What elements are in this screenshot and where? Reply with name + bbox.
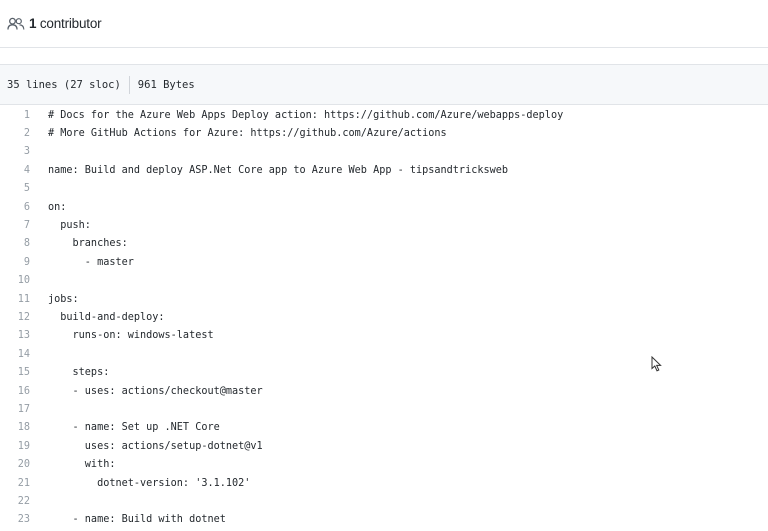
line-code: push: [48,220,91,232]
line-number[interactable]: 22 [0,496,30,507]
contributors-bar: 1 contributor [0,0,768,48]
line-number[interactable]: 18 [0,422,30,433]
line-code: jobs: [48,293,79,305]
line-number[interactable]: 23 [0,514,30,525]
line-code: steps: [48,367,110,379]
line-number[interactable]: 1 [0,110,30,121]
line-code: runs-on: windows-latest [48,330,214,342]
code-line: 19 uses: actions/setup-dotnet@v1 [0,437,768,455]
contributor-label: contributor [39,16,102,31]
line-number[interactable]: 8 [0,238,30,249]
line-number[interactable]: 9 [0,257,30,268]
line-code: name: Build and deploy ASP.Net Core app … [48,164,509,176]
code-line: 13 runs-on: windows-latest [0,327,768,345]
mouse-pointer-icon [651,356,662,372]
line-number[interactable]: 4 [0,165,30,176]
line-number[interactable]: 3 [0,146,30,157]
line-code: - master [48,256,134,268]
code-line: 11 jobs: [0,290,768,308]
line-code: - name: Set up .NET Core [48,422,220,434]
line-code: - uses: actions/checkout@master [48,385,263,397]
line-number[interactable]: 14 [0,349,30,360]
line-code: uses: actions/setup-dotnet@v1 [48,440,263,452]
line-code: build-and-deploy: [48,311,165,323]
people-icon [7,17,25,31]
line-number[interactable]: 17 [0,404,30,415]
line-code: branches: [48,238,128,250]
contributors-link[interactable]: 1 contributor [29,16,102,31]
code-line: 6 on: [0,198,768,216]
code-line: 9 - master [0,253,768,271]
line-number[interactable]: 19 [0,441,30,452]
code-line: 22 [0,492,768,510]
line-number[interactable]: 15 [0,367,30,378]
line-number[interactable]: 5 [0,183,30,194]
file-line-count: 35 lines (27 sloc) [7,78,121,91]
file-size: 961 Bytes [137,78,195,91]
line-number[interactable]: 20 [0,459,30,470]
line-code: # Docs for the Azure Web Apps Deploy act… [48,109,564,121]
line-number[interactable]: 11 [0,294,30,305]
contributor-count: 1 [29,16,37,31]
line-code: # More GitHub Actions for Azure: https:/… [48,128,447,140]
line-code: on: [48,201,67,213]
line-number[interactable]: 16 [0,386,30,397]
file-info-header: 35 lines (27 sloc) 961 Bytes [0,64,768,105]
line-code: with: [48,459,116,471]
code-line: 7 push: [0,216,768,234]
code-line: 2 # More GitHub Actions for Azure: https:… [0,124,768,142]
code-line: 5 [0,180,768,198]
code-line: 12 build-and-deploy: [0,308,768,326]
line-number[interactable]: 12 [0,312,30,323]
line-number[interactable]: 21 [0,478,30,489]
code-line: 21 dotnet-version: '3.1.102' [0,474,768,492]
code-line: 8 branches: [0,235,768,253]
line-code: dotnet-version: '3.1.102' [48,477,251,489]
line-number[interactable]: 13 [0,330,30,341]
line-number[interactable]: 7 [0,220,30,231]
code-line: 18 - name: Set up .NET Core [0,419,768,437]
line-number[interactable]: 6 [0,202,30,213]
code-line: 10 [0,272,768,290]
code-line: 1 # Docs for the Azure Web Apps Deploy ac… [0,106,768,124]
line-number[interactable]: 2 [0,128,30,139]
code-line: 4 name: Build and deploy ASP.Net Core app… [0,161,768,179]
code-view: 1 # Docs for the Azure Web Apps Deploy ac… [0,106,768,529]
code-line: 16 - uses: actions/checkout@master [0,382,768,400]
code-line: 3 [0,143,768,161]
line-code: - name: Build with dotnet [48,514,226,526]
code-line: 23 - name: Build with dotnet [0,511,768,529]
line-number[interactable]: 10 [0,275,30,286]
code-line: 17 [0,400,768,418]
file-info-divider [128,75,130,94]
code-line: 20 with: [0,455,768,473]
